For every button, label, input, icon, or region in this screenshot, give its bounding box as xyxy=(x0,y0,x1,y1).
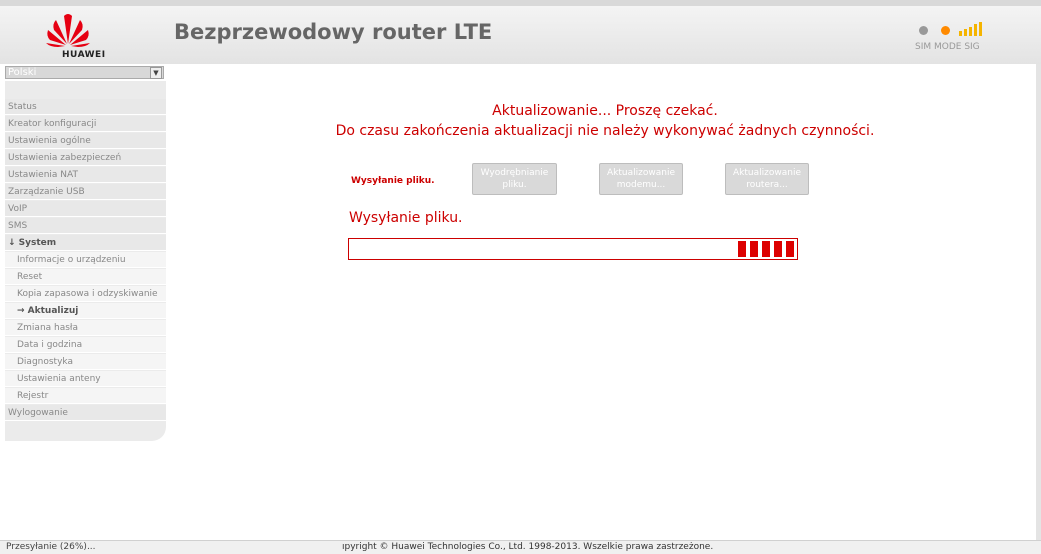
step-router-line2: routera... xyxy=(746,180,788,190)
language-value: Polski xyxy=(8,67,37,78)
mode-status-icon xyxy=(941,26,950,35)
status-bar: Przesyłanie (26%)... ıpyright © Huawei T… xyxy=(0,540,1041,554)
step-extract-line1: Wyodrębnianie xyxy=(480,168,549,178)
header-bar: HUAWEI Bezprzewodowy router LTE SIM MODE… xyxy=(0,0,1041,64)
sidebar-item-log[interactable]: Rejestr xyxy=(5,388,166,404)
phase-label: Wysyłanie pliku. xyxy=(349,210,463,226)
update-message: Aktualizowanie... Proszę czekać. xyxy=(492,103,718,119)
step-extract-button: Wyodrębnianie pliku. xyxy=(472,163,557,195)
sidebar-item-datetime[interactable]: Data i godzina xyxy=(5,337,166,353)
sim-status-icon xyxy=(919,26,928,35)
sidebar-item-general[interactable]: Ustawienia ogólne xyxy=(5,133,166,149)
upload-status-text: Przesyłanie (26%)... xyxy=(6,542,96,552)
progress-segment xyxy=(738,241,746,257)
sidebar-item-backup[interactable]: Kopia zapasowa i odzyskiwanie xyxy=(5,286,166,302)
sidebar-item-logout[interactable]: Wylogowanie xyxy=(5,405,166,421)
step-router-line1: Aktualizowanie xyxy=(733,168,801,178)
sidebar-item-device-info[interactable]: Informacje o urządzeniu xyxy=(5,252,166,268)
step-modem-button: Aktualizowanie modemu... xyxy=(599,163,683,195)
status-indicators: SIM MODE SIG xyxy=(915,22,995,62)
progress-segment xyxy=(786,241,794,257)
language-select[interactable]: Polski ▼ xyxy=(5,66,164,79)
sidebar-item-reset[interactable]: Reset xyxy=(5,269,166,285)
step-router-button: Aktualizowanie routera... xyxy=(725,163,809,195)
sidebar-item-security[interactable]: Ustawienia zabezpieczeń xyxy=(5,150,166,166)
sidebar-item-wizard[interactable]: Kreator konfiguracji xyxy=(5,116,166,132)
sidebar-item-antenna[interactable]: Ustawienia anteny xyxy=(5,371,166,387)
progress-segment xyxy=(750,241,758,257)
signal-strength-icon xyxy=(959,22,982,36)
sidebar-item-update[interactable]: → Aktualizuj xyxy=(5,303,166,319)
copyright-text: ıpyright © Huawei Technologies Co., Ltd.… xyxy=(342,542,714,552)
sidebar-item-voip[interactable]: VoIP xyxy=(5,201,166,217)
huawei-petals-icon xyxy=(46,14,90,47)
sidebar-item-password[interactable]: Zmiana hasła xyxy=(5,320,166,336)
sidebar-item-sms[interactable]: SMS xyxy=(5,218,166,234)
progress-segment xyxy=(762,241,770,257)
step-modem-line2: modemu... xyxy=(616,180,666,190)
progress-segment xyxy=(774,241,782,257)
step-current: Wysyłanie pliku. xyxy=(351,176,435,186)
step-extract-line2: pliku. xyxy=(502,180,527,190)
sidebar-item-nat[interactable]: Ustawienia NAT xyxy=(5,167,166,183)
page-title: Bezprzewodowy router LTE xyxy=(174,20,493,44)
sidebar-item-status[interactable]: Status xyxy=(5,99,166,115)
sidebar-menu: Status Kreator konfiguracji Ustawienia o… xyxy=(5,81,166,441)
page-scrollbar[interactable] xyxy=(1036,64,1041,540)
sidebar-item-system[interactable]: ↓ System xyxy=(5,235,166,251)
update-warning: Do czasu zakończenia aktualizacji nie na… xyxy=(335,123,875,139)
step-modem-line1: Aktualizowanie xyxy=(607,168,675,178)
chevron-down-icon[interactable]: ▼ xyxy=(150,67,162,79)
progress-bar xyxy=(348,238,798,260)
huawei-logo: HUAWEI xyxy=(8,10,166,64)
brand-label: HUAWEI xyxy=(62,50,106,60)
sidebar-item-diagnostics[interactable]: Diagnostyka xyxy=(5,354,166,370)
sidebar-item-usb[interactable]: Zarządzanie USB xyxy=(5,184,166,200)
status-labels: SIM MODE SIG xyxy=(915,42,980,52)
